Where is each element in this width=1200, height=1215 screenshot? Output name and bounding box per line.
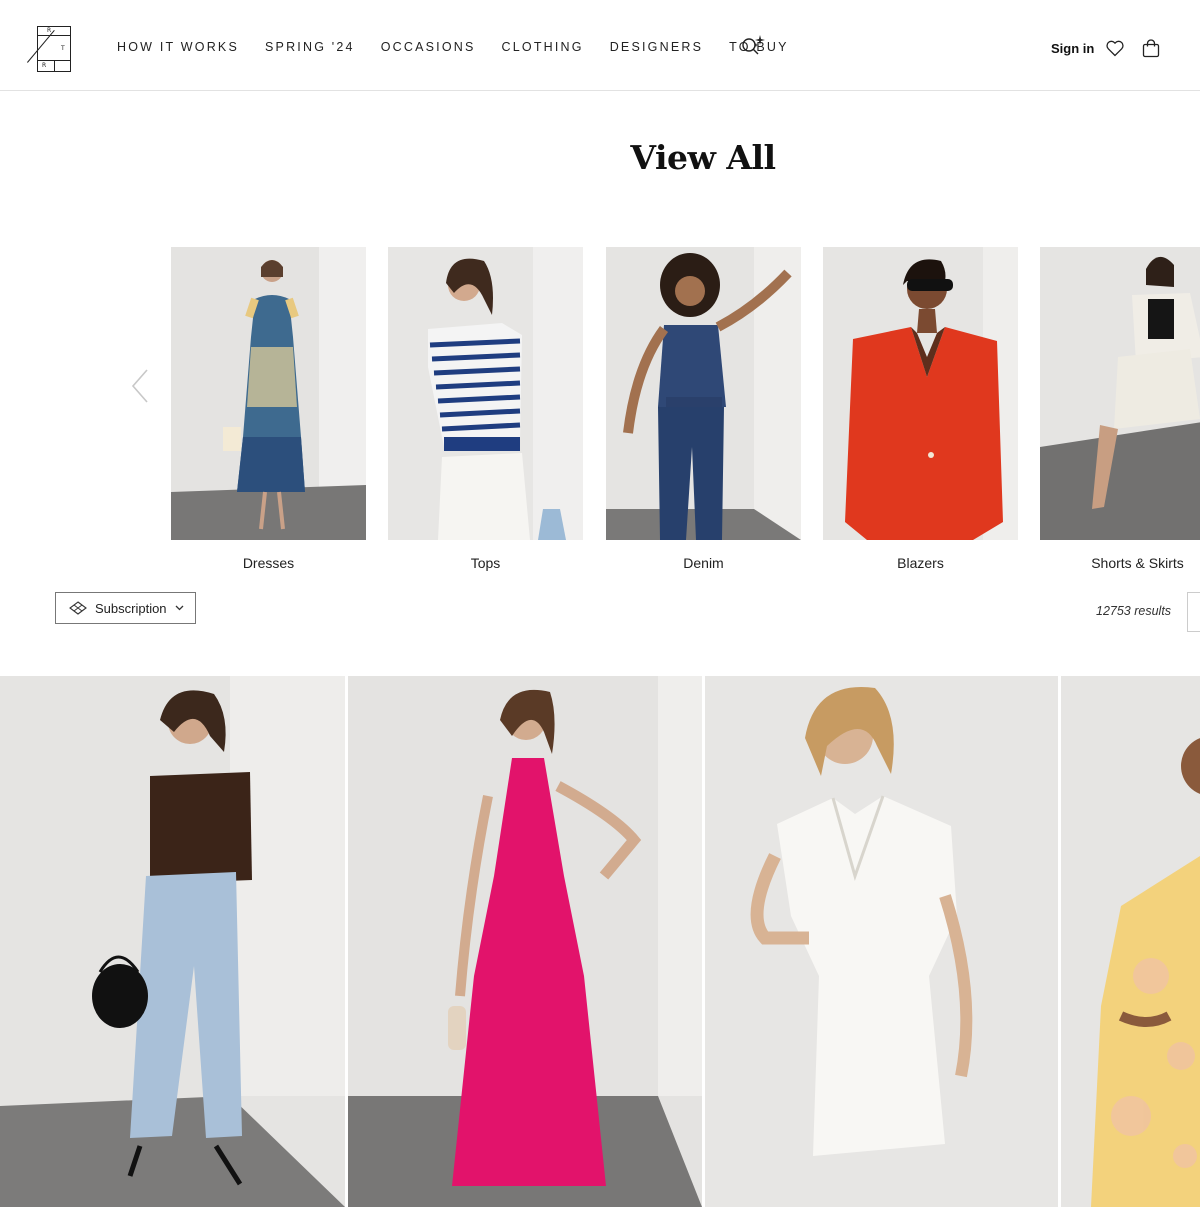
subscription-filter-button[interactable]: Subscription [55, 592, 196, 624]
product-image [1061, 676, 1200, 1207]
subscription-label: Subscription [95, 600, 167, 616]
category-image-dresses [171, 247, 366, 540]
category-label: Tops [470, 555, 501, 571]
category-image-denim [606, 247, 801, 540]
category-denim[interactable]: Denim [606, 247, 801, 571]
product-image [705, 676, 1058, 1207]
category-label: Dresses [242, 555, 295, 571]
chevron-left-icon[interactable] [130, 368, 150, 404]
chevron-down-icon [175, 605, 184, 611]
product-card[interactable] [1061, 676, 1200, 1207]
category-image-tops [388, 247, 583, 540]
product-card[interactable] [705, 676, 1058, 1207]
category-blazers[interactable]: Blazers [823, 247, 1018, 571]
category-shorts-skirts[interactable]: Shorts & Skirts [1040, 247, 1200, 571]
category-image-blazers [823, 247, 1018, 540]
product-image [348, 676, 702, 1207]
subscription-icon [69, 601, 87, 615]
title-region: View All [0, 0, 1200, 200]
product-image [0, 676, 345, 1207]
sort-dropdown[interactable] [1187, 592, 1200, 632]
category-label: Blazers [897, 555, 944, 571]
results-count: 12753 results [1096, 604, 1172, 618]
category-image-shorts-skirts [1040, 247, 1200, 540]
category-tops[interactable]: Tops [388, 247, 583, 571]
category-dresses[interactable]: Dresses [171, 247, 366, 571]
product-card[interactable] [0, 676, 345, 1207]
product-card[interactable] [348, 676, 702, 1207]
category-label: Denim [683, 555, 724, 571]
category-label: Shorts & Skirts [1091, 555, 1184, 571]
page-title: View All [630, 138, 776, 177]
